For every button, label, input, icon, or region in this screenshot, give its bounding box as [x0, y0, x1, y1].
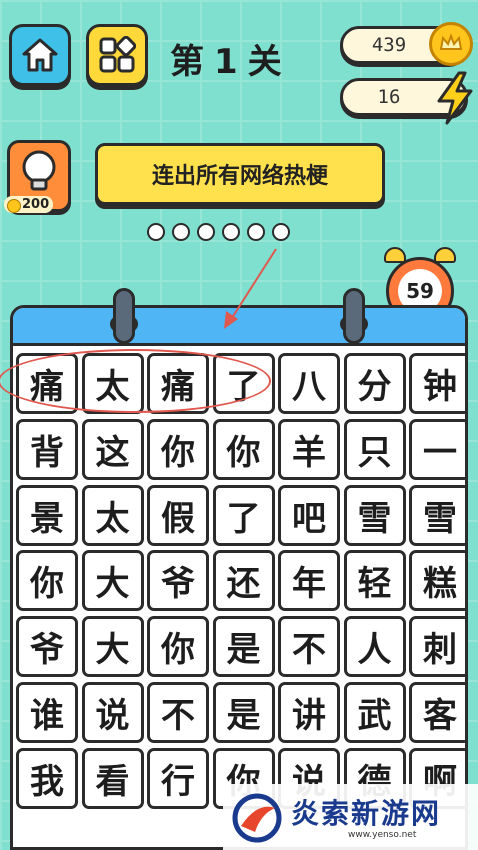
grid-cell[interactable]: 吧: [278, 484, 340, 546]
grid-cell[interactable]: 说: [81, 682, 144, 743]
grid-cell[interactable]: 是: [212, 682, 275, 743]
grid-cell[interactable]: 你: [16, 550, 78, 612]
lightning-icon: [437, 71, 473, 125]
progress-dot: [197, 223, 215, 241]
progress-dot: [222, 223, 240, 241]
grid-cell[interactable]: 太: [81, 484, 144, 546]
site-watermark: 炎索新游网 www.yenso.net: [223, 784, 478, 850]
grid-cell[interactable]: 讲: [278, 682, 340, 743]
grid-cell[interactable]: 羊: [278, 418, 340, 480]
task-banner: 连出所有网络热梗: [95, 143, 385, 205]
level-menu-button[interactable]: [86, 24, 148, 86]
level-title: 第1关: [170, 34, 292, 83]
grid-cell[interactable]: 年: [278, 550, 340, 612]
binder-ring: [113, 288, 135, 344]
level-number: 1: [214, 42, 248, 82]
grid-cell[interactable]: 背: [16, 418, 78, 480]
grid-cell[interactable]: 景: [16, 484, 78, 546]
progress-dot: [147, 223, 165, 241]
hint-cost: 200: [4, 196, 54, 213]
progress-dot: [172, 223, 190, 241]
board-header: [13, 308, 465, 346]
grid-cell[interactable]: 大: [81, 616, 144, 678]
grid-cell[interactable]: 人: [343, 616, 406, 678]
watermark-url: www.yenso.net: [348, 830, 417, 840]
progress-dots: [147, 223, 290, 241]
coin-count: 439: [371, 34, 407, 56]
grid-cell[interactable]: 太: [81, 353, 144, 414]
grid-cell[interactable]: 一: [409, 418, 465, 480]
grid-cell[interactable]: 糕: [409, 550, 465, 612]
grid-cell[interactable]: 钟: [409, 353, 465, 414]
grid-cell[interactable]: 不: [147, 682, 209, 743]
grid-cell[interactable]: 爷: [147, 550, 209, 612]
progress-dot: [272, 223, 290, 241]
grid-cell[interactable]: 轻: [343, 550, 406, 612]
grid-cell[interactable]: 八: [278, 353, 340, 414]
coin-counter: 439: [340, 22, 473, 66]
lightbulb-icon: [22, 150, 56, 191]
grid-cell[interactable]: 还: [212, 550, 275, 612]
grid-cell[interactable]: 雪: [343, 484, 406, 546]
home-button[interactable]: [9, 24, 71, 86]
grid-cell[interactable]: 痛: [16, 353, 78, 414]
grid-cell[interactable]: 看: [81, 747, 144, 809]
grid-cell[interactable]: 你: [147, 616, 209, 678]
grid-cell[interactable]: 了: [212, 353, 275, 414]
grid-cell[interactable]: 爷: [16, 616, 78, 678]
clock-bell-right: [434, 247, 456, 263]
grid-cell[interactable]: 这: [81, 418, 144, 480]
grid-cell[interactable]: 谁: [16, 682, 78, 743]
grid-cell[interactable]: 痛: [147, 353, 209, 414]
grid-cell[interactable]: 你: [212, 418, 275, 480]
grid-cell[interactable]: 刺: [409, 616, 465, 678]
grid-cell[interactable]: 客: [409, 682, 465, 743]
grid-cell[interactable]: 只: [343, 418, 406, 480]
grid-cell[interactable]: 我: [16, 747, 78, 809]
binder-ring: [343, 288, 365, 344]
watermark-logo-icon: [232, 793, 282, 843]
grid-menu-icon: [99, 36, 136, 73]
grid-cell[interactable]: 武: [343, 682, 406, 743]
grid-cell[interactable]: 分: [343, 353, 406, 414]
grid-cell[interactable]: 不: [278, 616, 340, 678]
level-prefix: 第: [170, 42, 214, 82]
watermark-name: 炎索新游网: [291, 797, 442, 830]
progress-dot: [247, 223, 265, 241]
grid-cell[interactable]: 大: [81, 550, 144, 612]
crown-coin-icon: [429, 22, 473, 66]
level-suffix: 关: [247, 42, 292, 82]
energy-counter: 16: [340, 71, 473, 125]
grid-cell[interactable]: 是: [212, 616, 275, 678]
grid-cell[interactable]: 雪: [409, 484, 465, 546]
grid-cell[interactable]: 你: [147, 418, 209, 480]
home-icon: [22, 38, 58, 72]
grid-cell[interactable]: 了: [212, 484, 275, 546]
grid-cell[interactable]: 假: [147, 484, 209, 546]
word-board: 痛太痛了八分钟背这你你羊只一景太假了吧雪雪你大爷还年轻糕爷大你是不人刺谁说不是讲…: [10, 305, 468, 850]
energy-count: 16: [377, 86, 401, 108]
grid-cell[interactable]: 行: [147, 747, 209, 809]
